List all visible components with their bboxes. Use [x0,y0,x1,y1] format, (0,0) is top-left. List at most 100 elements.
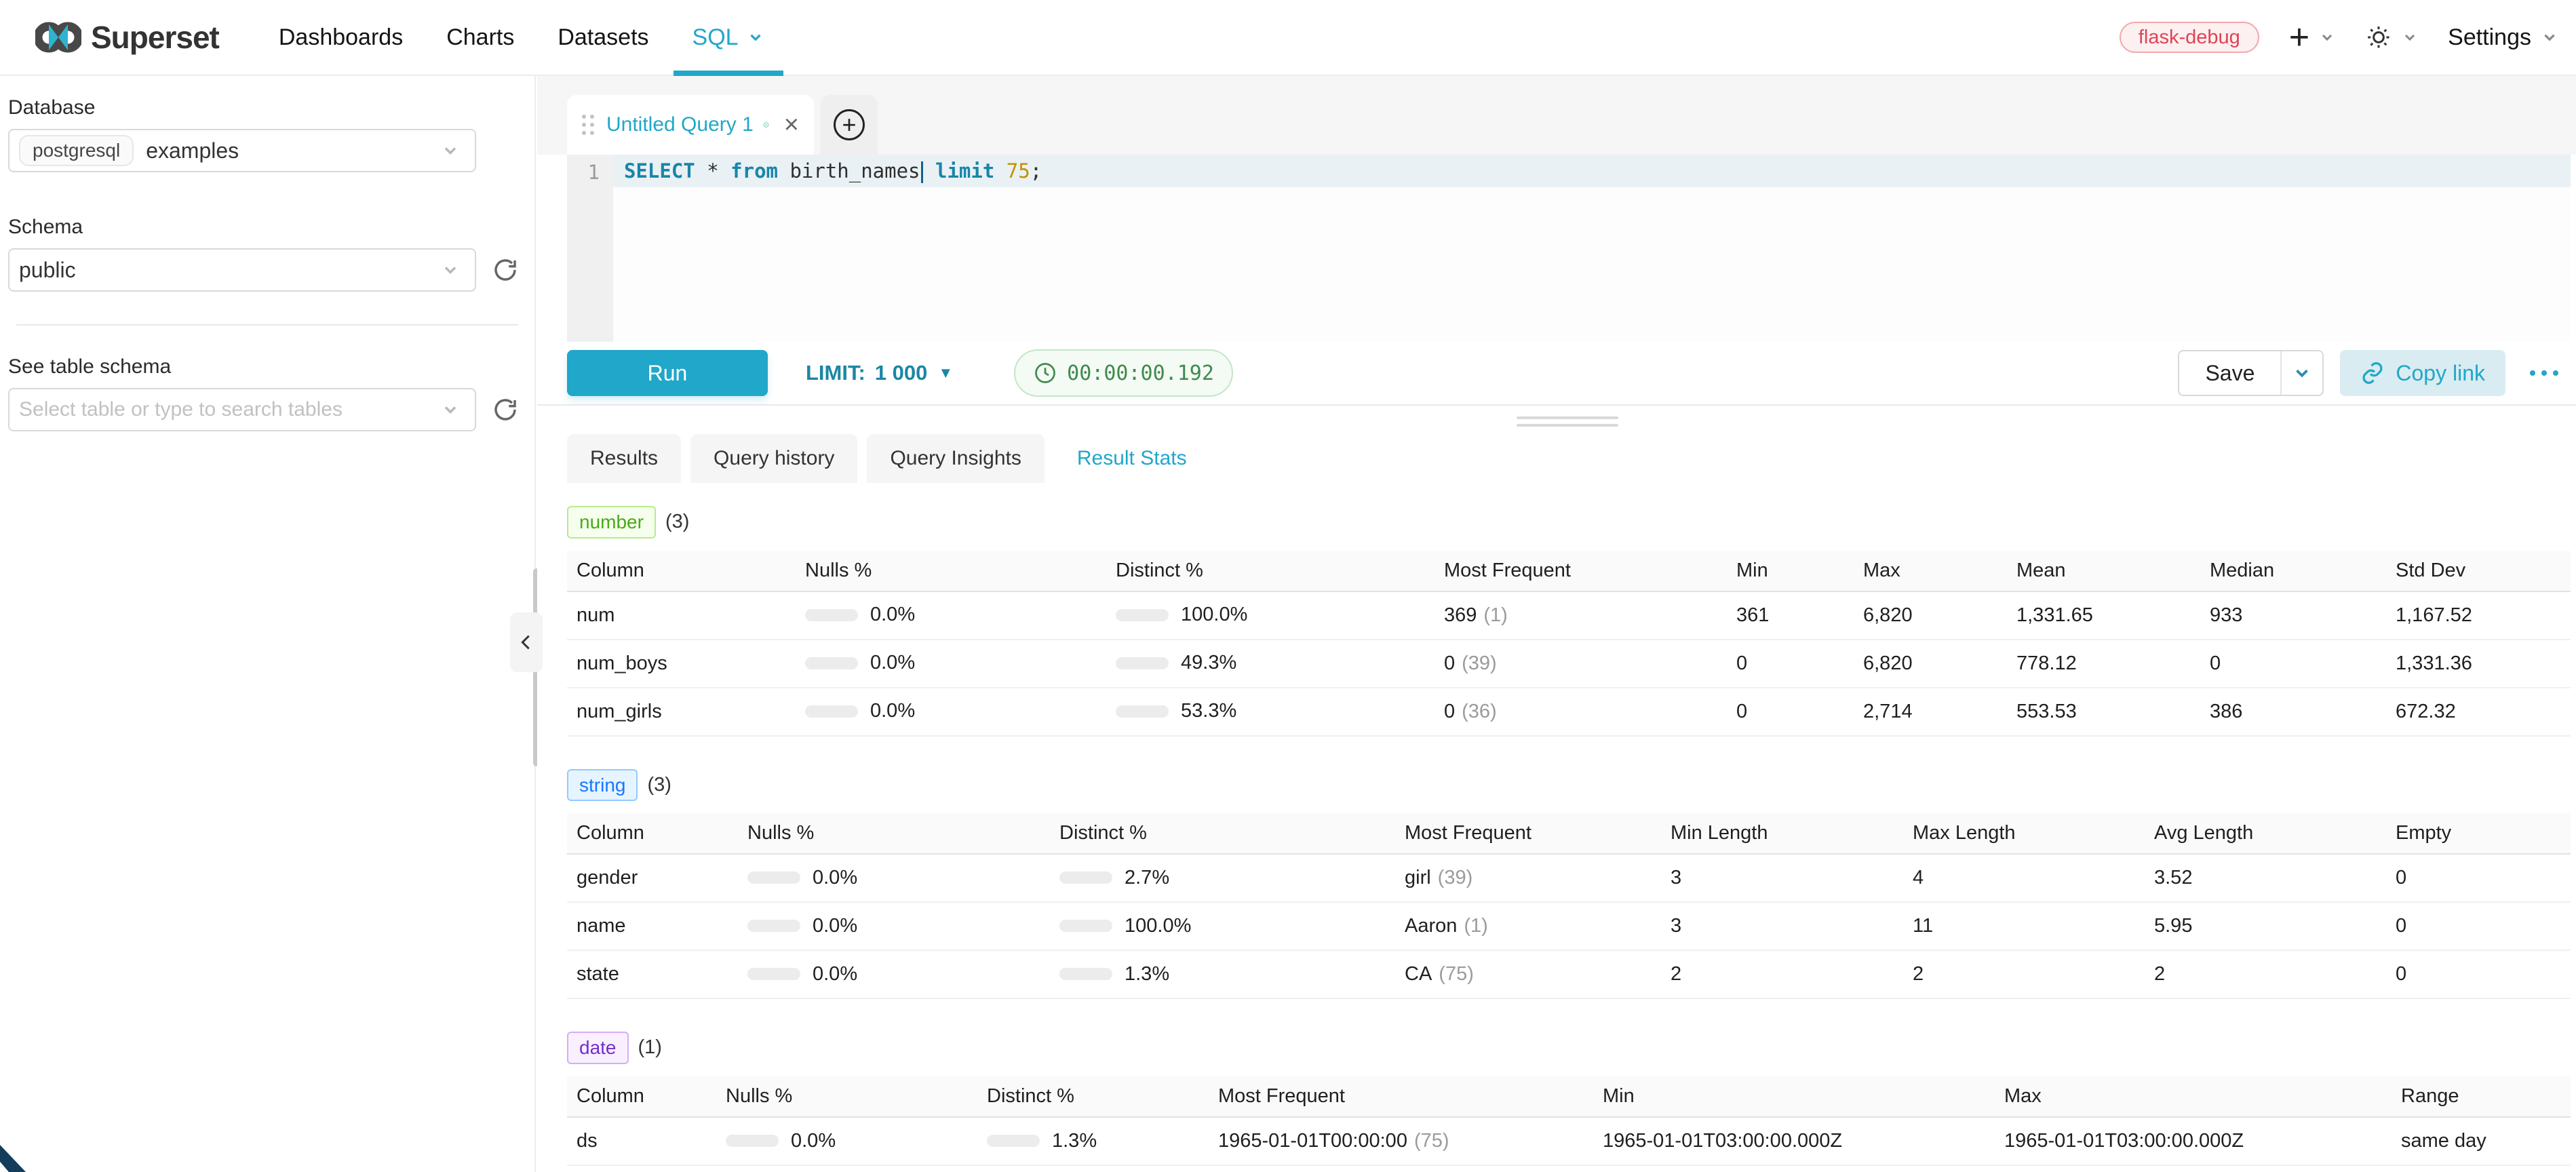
schema-select[interactable]: public [8,248,476,292]
stat-cell: 100.0% [1050,902,1395,950]
percent-bar [805,657,858,669]
brand-title: Superset [91,19,219,56]
sql-token: SELECT [624,159,695,182]
stat-cell: girl (39) [1395,854,1661,902]
percent-bar [1059,920,1112,932]
cell-value: 2,714 [1863,701,1913,722]
chevron-down-icon [441,260,460,279]
percent-bar [805,705,858,718]
sql-token: * [695,159,730,182]
percent-value: 0.0% [870,652,915,674]
drag-handle-icon[interactable] [582,115,594,135]
editor-gutter: 1 [567,155,613,342]
stat-cell: 0.0% [796,640,1106,688]
cell-value: num [577,604,614,626]
stat-cell: gender [567,854,738,902]
refresh-tables-button[interactable] [491,395,520,424]
stat-cell: 0.0% [738,854,1050,902]
save-dropdown-button[interactable] [2280,351,2322,395]
results-tabs: Results Query history Query Insights Res… [567,434,2576,483]
cell-value: 11 [1913,915,1933,937]
cell-value: 0 [1736,701,1747,722]
percent-value: 0.0% [813,963,857,985]
stat-table-date: ColumnNulls %Distinct %Most FrequentMinM… [567,1076,2571,1166]
percent-value: 53.3% [1181,700,1236,722]
cell-value: girl [1405,867,1431,888]
collapse-sidebar-button[interactable] [510,612,543,672]
nav-item-sql-label: SQL [692,24,739,51]
stat-row: name0.0%100.0%Aaron(1)3115.950 [567,902,2571,950]
percent-bar [1116,609,1169,621]
tab-query-insights[interactable]: Query Insights [867,434,1044,483]
cell-count-muted: (36) [1462,701,1497,722]
limit-dropdown[interactable]: LIMIT: 1 000 ▼ [806,361,953,385]
database-type-tag: postgresql [19,135,134,166]
refresh-icon [491,256,520,284]
cell-value: 553.53 [2016,701,2077,722]
save-button[interactable]: Save [2179,351,2280,395]
cell-value: Aaron [1405,915,1457,937]
brand[interactable]: Superset [35,19,219,56]
percent-value: 0.0% [870,604,915,626]
cell-value: ds [577,1130,598,1152]
plus-icon: + [2289,20,2309,55]
column-header: Median [2200,551,2386,591]
cell-count-muted: (39) [1438,867,1473,888]
stat-cell: 369(1) [1435,591,1727,640]
column-header: Range [2392,1076,2571,1117]
stat-cell: 933 [2200,591,2386,640]
stat-section-number: number(3)ColumnNulls %Distinct %Most Fre… [567,506,2569,737]
sql-editor[interactable]: 1 SELECT * from birth_names limit 75; [567,155,2571,342]
stat-cell: 53.3% [1106,688,1435,736]
cell-value: 1965-01-01T03:00:00.000Z [2004,1130,2244,1152]
sql-token: 75 [1007,159,1030,182]
sql-token: birth_names [778,159,920,182]
cell-value: 1,167.52 [2396,604,2472,626]
cell-count-muted: (1) [1464,915,1487,937]
type-tag-string: string [567,769,638,802]
resize-handle[interactable] [1517,416,1618,431]
percent-bar [1059,872,1112,884]
sql-code-line[interactable]: SELECT * from birth_names limit 75; [613,155,2571,187]
code-area[interactable]: SELECT * from birth_names limit 75; [613,155,2571,342]
stat-cell: 5.95 [2145,902,2386,950]
cell-value: 778.12 [2016,652,2077,674]
run-button[interactable]: Run [567,350,768,396]
stat-cell: 0.0% [796,688,1106,736]
add-new-button[interactable]: + [2289,20,2335,55]
column-header: Min [1727,551,1854,591]
database-select[interactable]: postgresql examples [8,129,476,172]
query-timer: 00:00:00.192 [1014,349,1233,397]
line-number: 1 [567,155,613,184]
nav-item-charts[interactable]: Charts [425,0,536,75]
settings-menu[interactable]: Settings [2448,24,2558,51]
nav-item-dashboards[interactable]: Dashboards [257,0,425,75]
tab-query-history[interactable]: Query history [690,434,857,483]
cell-value: 0 [2210,652,2221,674]
table-select[interactable]: Select table or type to search tables [8,388,476,431]
cell-value: 0 [2396,963,2406,985]
nav-item-datasets[interactable]: Datasets [536,0,670,75]
stat-row: state0.0%1.3%CA(75)2220 [567,950,2571,998]
type-count: (3) [665,511,689,533]
theme-toggle[interactable] [2365,24,2418,51]
stat-cell: 1,331.36 [2386,640,2571,688]
nav-item-sql[interactable]: SQL [671,0,786,75]
new-tab-button[interactable]: + [834,109,865,140]
cell-value: same day [2401,1130,2486,1152]
column-header: Mean [2007,551,2200,591]
percent-bar [747,968,800,980]
copy-link-button[interactable]: Copy link [2340,350,2505,396]
refresh-schema-button[interactable] [491,256,520,284]
close-tab-icon[interactable]: × [784,112,799,138]
stat-table-number: ColumnNulls %Distinct %Most FrequentMinM… [567,551,2571,737]
tab-results[interactable]: Results [567,434,681,483]
stat-cell: 386 [2200,688,2386,736]
more-options-button[interactable] [2523,364,2565,383]
cell-count-muted: (75) [1414,1130,1449,1152]
stat-cell: 2,714 [1854,688,2007,736]
tab-result-stats[interactable]: Result Stats [1054,434,1210,483]
query-tab[interactable]: Untitled Query 1 × [567,95,814,155]
percent-value: 0.0% [870,700,915,722]
column-header: Distinct % [1050,813,1395,854]
